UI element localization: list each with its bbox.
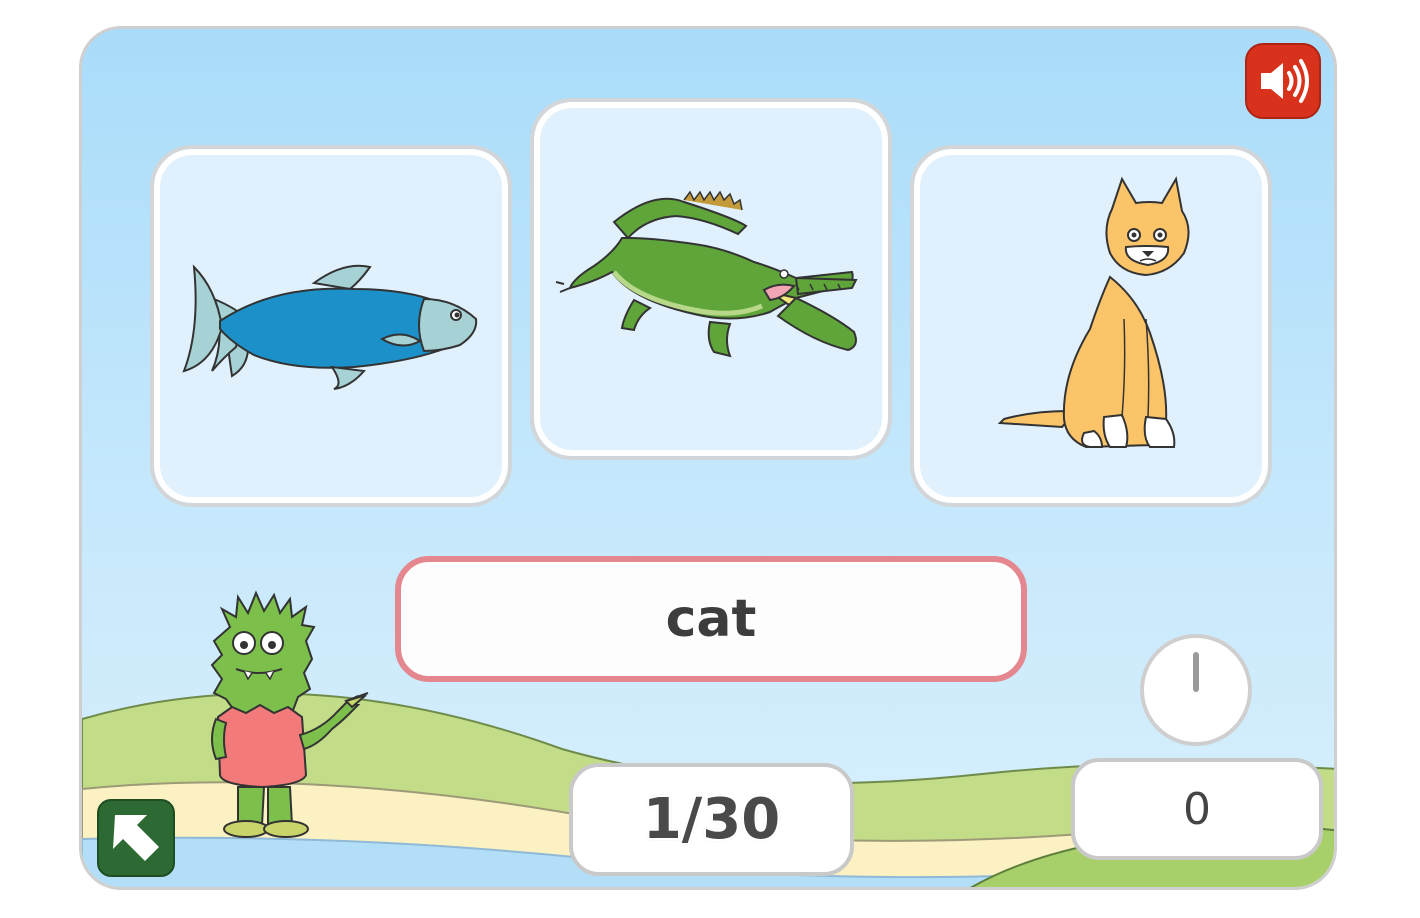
target-word-box: cat <box>395 556 1027 682</box>
question-counter: 1/30 <box>569 763 854 876</box>
answer-card-fish[interactable] <box>150 145 512 507</box>
back-button[interactable] <box>97 799 175 877</box>
game-frame: cat 1/30 0 <box>79 26 1337 890</box>
target-word: cat <box>665 589 757 649</box>
monster-character <box>210 590 369 838</box>
score-value: 0 <box>1183 783 1211 835</box>
fish-picture <box>182 264 478 390</box>
cat-picture <box>997 176 1190 449</box>
speaker-icon <box>1261 59 1309 103</box>
answer-card-cat[interactable] <box>910 145 1272 507</box>
question-progress: 1/30 <box>642 787 781 852</box>
timer-dial <box>1140 634 1252 746</box>
answer-card-crocodile[interactable] <box>530 98 892 460</box>
score-box: 0 <box>1071 758 1323 860</box>
arrow-up-left-icon <box>113 815 159 861</box>
timer-icon <box>1193 652 1199 692</box>
crocodile-picture <box>555 190 858 358</box>
sound-button[interactable] <box>1245 43 1321 119</box>
